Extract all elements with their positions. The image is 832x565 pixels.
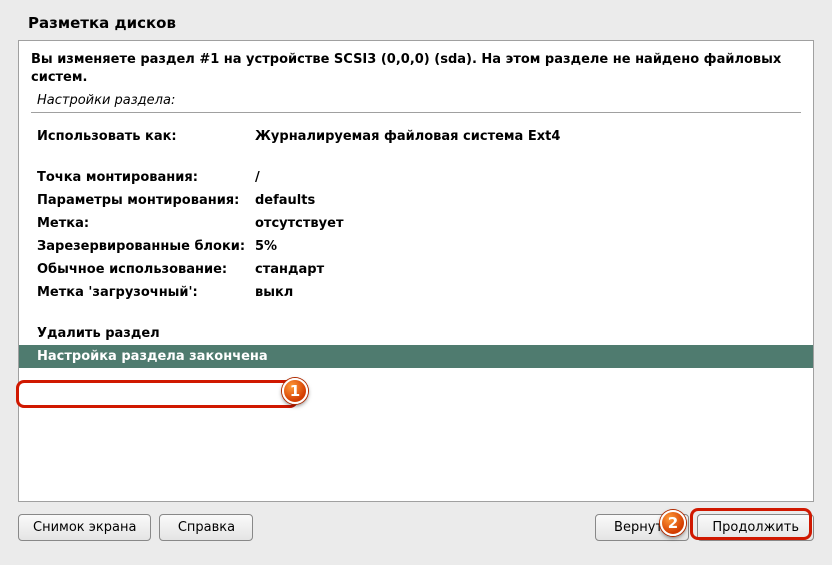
row-key: Зарезервированные блоки: [37, 239, 255, 254]
info-text: Вы изменяете раздел #1 на устройстве SCS… [31, 51, 801, 87]
settings-label: Настройки раздела: [31, 93, 801, 108]
settings-rows: Использовать как: Журналируемая файловая… [31, 125, 801, 304]
main-panel: Вы изменяете раздел #1 на устройстве SCS… [18, 40, 814, 502]
row-value: Журналируемая файловая система Ext4 [255, 129, 560, 144]
divider [31, 112, 801, 113]
delete-partition[interactable]: Удалить раздел [31, 322, 801, 345]
row-use-as[interactable]: Использовать как: Журналируемая файловая… [31, 125, 801, 148]
row-label[interactable]: Метка: отсутствует [31, 212, 801, 235]
row-value: / [255, 170, 260, 185]
row-mount-options[interactable]: Параметры монтирования: defaults [31, 189, 801, 212]
help-button[interactable]: Справка [159, 514, 253, 541]
row-value: отсутствует [255, 216, 343, 231]
row-key: Точка монтирования: [37, 170, 255, 185]
done-setting-up-partition[interactable]: Настройка раздела закончена [19, 345, 813, 368]
row-key: Метка: [37, 216, 255, 231]
screenshot-button[interactable]: Снимок экрана [18, 514, 151, 541]
row-typical-usage[interactable]: Обычное использование: стандарт [31, 258, 801, 281]
row-reserved-blocks[interactable]: Зарезервированные блоки: 5% [31, 235, 801, 258]
row-value: 5% [255, 239, 277, 254]
row-key: Использовать как: [37, 129, 255, 144]
row-value: defaults [255, 193, 315, 208]
row-mount-point[interactable]: Точка монтирования: / [31, 166, 801, 189]
back-button[interactable]: Вернуть [595, 514, 689, 541]
row-key: Параметры монтирования: [37, 193, 255, 208]
row-value: выкл [255, 285, 293, 300]
row-key: Метка 'загрузочный': [37, 285, 255, 300]
page-title: Разметка дисков [18, 14, 814, 32]
row-key: Обычное использование: [37, 262, 255, 277]
button-bar: Снимок экрана Справка Вернуть Продолжить [18, 514, 814, 541]
row-value: стандарт [255, 262, 324, 277]
row-bootable-flag[interactable]: Метка 'загрузочный': выкл [31, 281, 801, 304]
continue-button[interactable]: Продолжить [697, 514, 814, 541]
